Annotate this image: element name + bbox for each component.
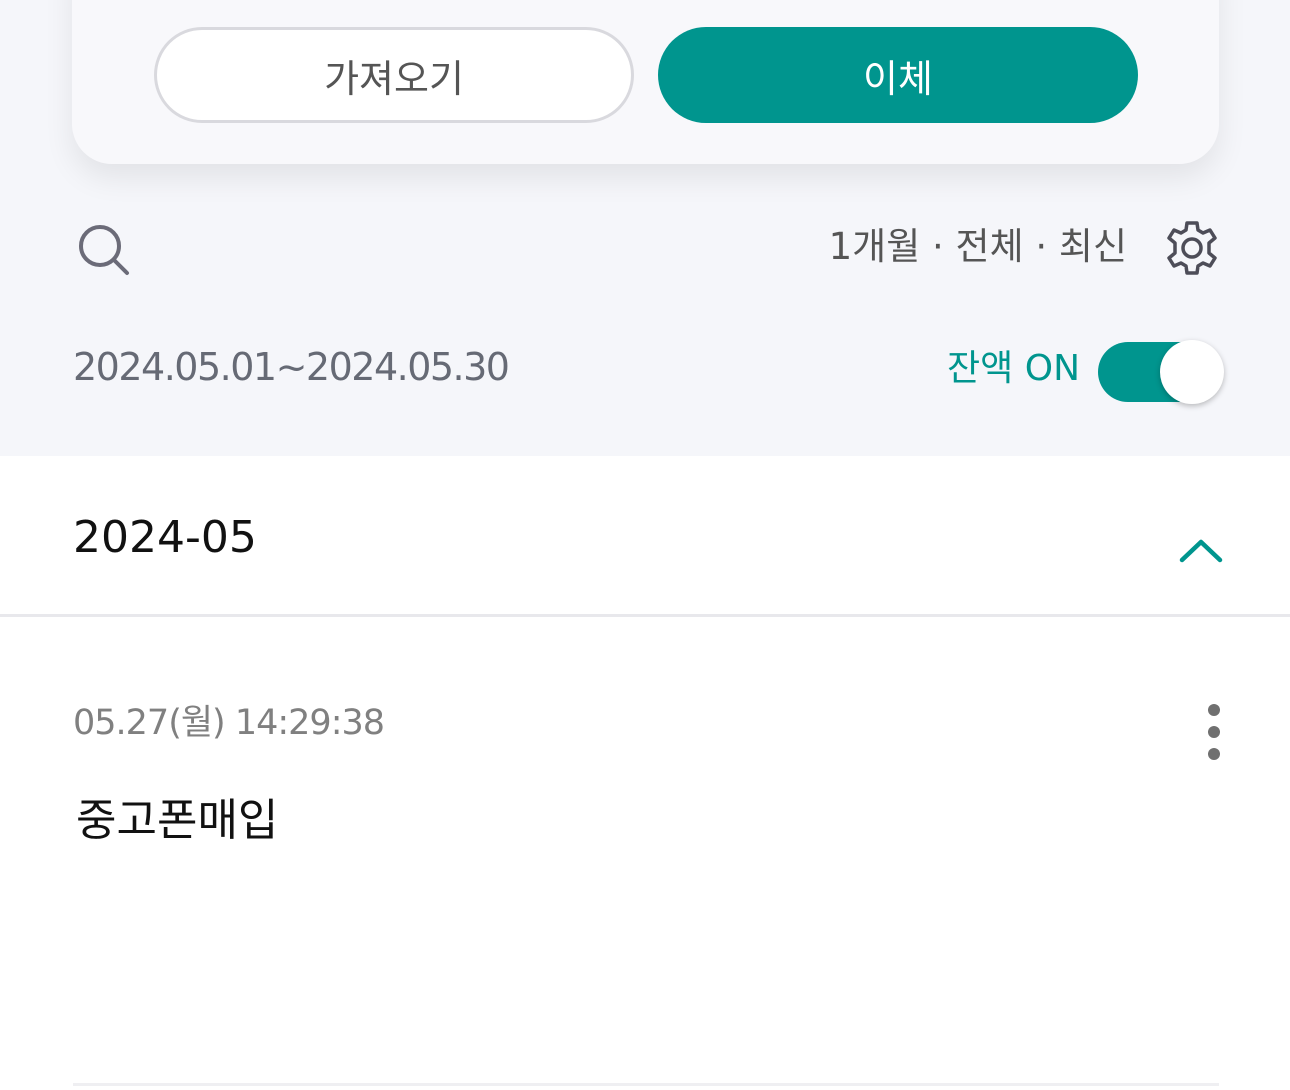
gear-icon[interactable] xyxy=(1163,219,1221,277)
section-divider xyxy=(0,614,1290,617)
chevron-up-icon[interactable] xyxy=(1178,528,1224,574)
filter-summary[interactable]: 1개월 · 전체 · 최신 xyxy=(829,222,1127,272)
more-vertical-icon[interactable] xyxy=(1196,700,1232,764)
list-divider xyxy=(73,1083,1219,1086)
balance-toggle[interactable] xyxy=(1098,340,1224,404)
balance-toggle-label: 잔액 ON xyxy=(947,348,1080,389)
transaction-name: 중고폰매입 xyxy=(76,795,279,846)
toggle-knob xyxy=(1160,340,1224,404)
search-icon[interactable] xyxy=(76,222,132,278)
top-area: 가져오기 이체 1개월 · 전체 · 최신 2024.05.01~2024.05… xyxy=(0,0,1290,456)
transfer-button[interactable]: 이체 xyxy=(658,27,1138,123)
transaction-datetime: 05.27(월) 14:29:38 xyxy=(73,703,385,743)
import-button[interactable]: 가져오기 xyxy=(154,27,634,123)
month-group-title: 2024-05 xyxy=(73,512,257,563)
date-range: 2024.05.01~2024.05.30 xyxy=(73,345,510,389)
